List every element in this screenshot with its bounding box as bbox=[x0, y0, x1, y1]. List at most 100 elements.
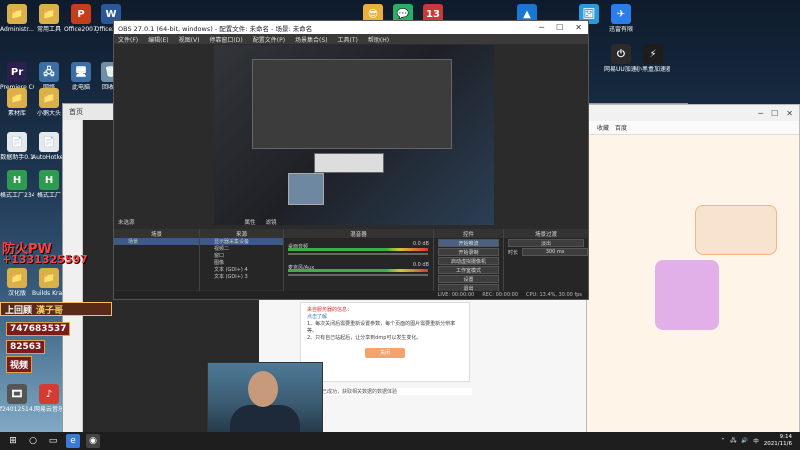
desktop-icon[interactable]: P Office2007_PPT bbox=[64, 4, 98, 33]
tray-expand-icon[interactable]: ⌃ bbox=[721, 438, 726, 444]
desktop-icon[interactable]: ⏻ 网易UU加速器 bbox=[604, 44, 638, 73]
desktop-icon[interactable]: 📁 Administr... bbox=[0, 4, 34, 33]
control-button[interactable]: 启动虚拟摄像机 bbox=[438, 257, 499, 265]
transition-duration-row: 时长 300 ms bbox=[504, 248, 588, 256]
search-icon[interactable]: ○ bbox=[26, 434, 40, 448]
bookmark-item[interactable]: 收藏 bbox=[597, 123, 609, 132]
clock[interactable]: 9:14 2021/11/6 bbox=[764, 434, 792, 448]
notice-panel: 来自服务器的信息： 点击了解 1、每次关闭后需要重新设置参数，每个页面的图片需要… bbox=[300, 302, 470, 382]
obs-menu-item[interactable]: 场景集合(S) bbox=[295, 35, 328, 44]
desktop-icon[interactable]: 🖥 此电脑 bbox=[64, 62, 98, 91]
desktop-icon[interactable]: 📁 素材库 bbox=[0, 88, 34, 117]
duration-input[interactable]: 300 ms bbox=[522, 248, 588, 256]
transitions-dock[interactable]: 场景过渡 淡出 时长 300 ms bbox=[504, 229, 588, 299]
right-browser-toolbar[interactable]: 收藏 百度 bbox=[587, 121, 799, 135]
properties-button[interactable]: 属性 bbox=[245, 218, 256, 226]
person-body bbox=[230, 405, 300, 433]
desktop-icon[interactable]: 📁 Builds Krangle... bbox=[32, 268, 66, 297]
notice-close-button[interactable]: 关闭 bbox=[365, 348, 405, 358]
desktop-icon[interactable]: ♪ 网易云音乐 bbox=[32, 384, 66, 413]
sources-dock[interactable]: 来源 显示器采集设备 视频二 窗口 图像 文本 (GDI+) 4 文本 (GDI+) 3 … bbox=[200, 229, 284, 299]
taskbar: ⊞ ○ ▭ e ◉ ⌃ 🖧 🔊 中 9:14 2021/11/6 bbox=[0, 432, 800, 450]
overlay-tag: 747683537 bbox=[6, 322, 71, 336]
mixer-track[interactable]: 桌面音频 0.0 dB bbox=[288, 241, 429, 259]
obs-menu-item[interactable]: 视图(V) bbox=[179, 35, 200, 44]
control-button[interactable]: 工作室模式 bbox=[438, 266, 499, 274]
obs-menu-item[interactable]: 工具(T) bbox=[338, 35, 358, 44]
scenes-dock[interactable]: 场景 场景 + − ⌃ ⌄ bbox=[114, 229, 200, 299]
maximize-icon[interactable]: ☐ bbox=[771, 109, 778, 118]
source-item[interactable]: 文本 (GDI+) 4 bbox=[200, 266, 283, 273]
obs-preview[interactable] bbox=[214, 45, 494, 225]
source-item[interactable]: 显示器采集设备 bbox=[200, 238, 283, 245]
browser-taskbar-icon[interactable]: e bbox=[66, 434, 80, 448]
browser-sidebar[interactable] bbox=[63, 120, 83, 432]
right-browser-window[interactable]: ─ ☐ ✕ 收藏 百度 bbox=[586, 104, 800, 434]
volume-icon[interactable]: 🔊 bbox=[741, 438, 748, 444]
desktop-icon[interactable]: H 格式工厂 bbox=[32, 170, 66, 199]
no-source-label: 未选源 bbox=[118, 220, 135, 226]
bookmark-item[interactable]: 百度 bbox=[615, 123, 627, 132]
transition-select[interactable]: 淡出 bbox=[508, 239, 584, 247]
scene-item[interactable]: 场景 bbox=[114, 238, 199, 245]
desktop-icon[interactable]: 📄 AutoHotkey bbox=[32, 132, 66, 161]
maximize-icon[interactable]: ☐ bbox=[556, 23, 563, 32]
source-item[interactable]: 视频二 bbox=[200, 245, 283, 252]
mixer-track[interactable]: 麦克风/Aux 0.0 dB bbox=[288, 262, 429, 280]
obs-menu-item[interactable]: 文件(F) bbox=[118, 35, 138, 44]
desktop-icon[interactable]: 📄 数据助手0.1 bbox=[0, 132, 34, 161]
desktop-icon[interactable]: 📁 常用工具 bbox=[32, 4, 66, 33]
desktop-icon[interactable]: 🖧网络 bbox=[32, 62, 66, 91]
source-item[interactable]: 文本 (GDI+) 3 bbox=[200, 273, 283, 280]
volume-slider[interactable] bbox=[288, 253, 428, 255]
obs-menu-item[interactable]: 停靠窗口(D) bbox=[209, 35, 242, 44]
desktop-icon[interactable]: 📁 小鹅大头 bbox=[32, 88, 66, 117]
desktop-icon[interactable]: H 格式工厂2345版本 bbox=[0, 170, 34, 199]
right-browser-titlebar[interactable]: ─ ☐ ✕ bbox=[587, 105, 799, 121]
desktop-icon-label: 网易云音乐 bbox=[33, 406, 64, 413]
obs-taskbar-icon[interactable]: ◉ bbox=[86, 434, 100, 448]
close-icon[interactable]: ✕ bbox=[786, 109, 793, 118]
promo-card[interactable] bbox=[655, 260, 719, 330]
desktop-icon-glyph: ♪ bbox=[39, 384, 59, 404]
desktop-icon[interactable]: PrPremiere CC2019 bbox=[0, 62, 34, 91]
desktop-icon-glyph: ✈ bbox=[611, 4, 631, 24]
taskview-icon[interactable]: ▭ bbox=[46, 434, 60, 448]
desktop-icon-label: 网易UU加速器 bbox=[604, 66, 638, 73]
volume-slider[interactable] bbox=[288, 274, 428, 276]
obs-menubar[interactable]: 文件(F) 编辑(E) 视图(V) 停靠窗口(D) 配置文件(P) 场景集合(S) 工具(T… bbox=[114, 34, 588, 44]
filters-button[interactable]: 滤镜 bbox=[266, 218, 277, 226]
source-item[interactable]: 图像 bbox=[200, 259, 283, 266]
obs-menu-item[interactable]: 编辑(E) bbox=[148, 35, 168, 44]
network-icon[interactable]: 🖧 bbox=[730, 437, 736, 446]
windows-start-icon[interactable]: ⊞ bbox=[6, 434, 20, 448]
input-language[interactable]: 中 bbox=[753, 437, 759, 445]
obs-menu-item[interactable]: 帮助(H) bbox=[368, 35, 389, 44]
control-button[interactable]: 设置 bbox=[438, 275, 499, 283]
mixer-dock[interactable]: 混音器 桌面音频 0.0 dB 麦克风/Aux 0.0 dB bbox=[284, 229, 434, 299]
mixer-track-level: 0.0 dB bbox=[412, 262, 429, 268]
desktop-icon[interactable]: 📁 汉化版 bbox=[0, 268, 34, 297]
desktop-icon-label: 数据助手0.1 bbox=[0, 154, 34, 161]
promo-card[interactable] bbox=[695, 205, 777, 255]
transitions-dock-title: 场景过渡 bbox=[504, 229, 588, 238]
desktop-icon-label: Builds Krangle... bbox=[32, 290, 66, 297]
desktop-icon-glyph: 📄 bbox=[39, 132, 59, 152]
control-button[interactable]: 开始推流 bbox=[438, 239, 499, 247]
source-item[interactable]: 窗口 bbox=[200, 252, 283, 259]
desktop-icon[interactable]: 🎞 f24012514... bbox=[0, 384, 34, 413]
desktop-icon[interactable]: ✈ 迅雷有限 bbox=[604, 4, 638, 33]
control-button[interactable]: 开始录制 bbox=[438, 248, 499, 256]
desktop-icon[interactable]: ⚡ 小黑盒加速器 bbox=[636, 44, 670, 73]
duration-label: 时长 bbox=[508, 249, 519, 256]
obs-titlebar[interactable]: OBS 27.0.1 (64-bit, windows) - 配置文件: 未命名… bbox=[114, 21, 588, 34]
controls-dock[interactable]: 控件 开始推流 开始录制 启动虚拟摄像机 工作室模式 设置 退出 bbox=[434, 229, 504, 299]
live-banner-name: 漢子哥 bbox=[36, 305, 64, 316]
notice-line: 2、只有自己站起后，让分享到dmp可以发生变化。 bbox=[307, 335, 422, 341]
notice-link[interactable]: 点击了解 bbox=[307, 314, 463, 321]
obs-window[interactable]: OBS 27.0.1 (64-bit, windows) - 配置文件: 未命名… bbox=[113, 20, 589, 300]
minimize-icon[interactable]: ─ bbox=[758, 109, 763, 118]
close-icon[interactable]: ✕ bbox=[575, 23, 582, 32]
minimize-icon[interactable]: ─ bbox=[539, 23, 544, 32]
obs-menu-item[interactable]: 配置文件(P) bbox=[253, 35, 285, 44]
